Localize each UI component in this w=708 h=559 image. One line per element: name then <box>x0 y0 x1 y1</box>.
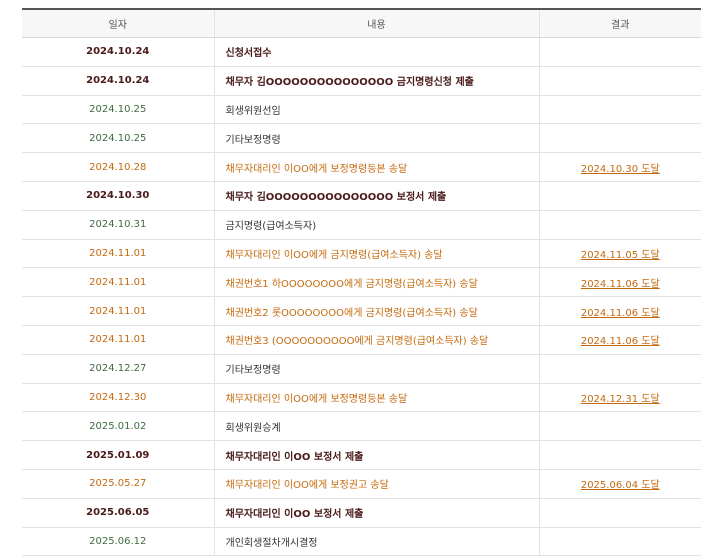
row-date: 2024.10.28 <box>22 152 214 182</box>
row-result-cell <box>538 66 701 96</box>
row-date: 2024.12.30 <box>22 383 214 413</box>
row-content: 채무자 김OOOOOOOOOOOOOOO 보정서 제출 <box>213 181 539 211</box>
row-content: 기타보정명령 <box>213 123 539 154</box>
table-row: 2024.10.25 기타보정명령 <box>22 123 701 154</box>
row-result-cell: 2024.12.31 도달 <box>538 383 701 413</box>
case-progress-table: 일자 내용 결과 2024.10.24 신청서접수 2024.10.24 채무자 김O… <box>22 8 701 557</box>
table-row: 2024.11.01 채무자대리인 이OO에게 금지명령(급여소득자) 송달 202… <box>22 239 701 269</box>
row-date: 2025.06.12 <box>22 527 214 557</box>
row-content: 회생위원선임 <box>213 95 539 125</box>
header-content: 내용 <box>213 8 539 38</box>
row-result-cell <box>538 354 701 384</box>
table-body: 2024.10.24 신청서접수 2024.10.24 채무자 김OOOOOOOOOO… <box>22 37 701 557</box>
row-date: 2025.01.09 <box>22 440 214 470</box>
table-row: 2024.10.30 채무자 김OOOOOOOOOOOOOOO 보정서 제출 <box>22 181 701 211</box>
row-content: 채권번호1 하OOOOOOOO에게 금지명령(급여소득자) 송달 <box>213 267 539 298</box>
row-result-cell <box>538 37 701 67</box>
table-row: 2024.10.24 신청서접수 <box>22 37 701 67</box>
row-date: 2024.11.01 <box>22 239 214 269</box>
row-content: 신청서접수 <box>213 37 539 67</box>
delivery-result-link[interactable]: 2024.11.06 도달 <box>581 279 660 290</box>
table-row: 2024.12.27 기타보정명령 <box>22 354 701 384</box>
row-result-cell: 2024.11.06 도달 <box>538 325 701 355</box>
table-row: 2025.01.02 회생위원승계 <box>22 411 701 442</box>
row-content: 채무자대리인 이OO 보정서 제출 <box>213 440 539 470</box>
row-date: 2024.12.27 <box>22 354 214 384</box>
row-content: 채무자대리인 이OO에게 보정명령등본 송달 <box>213 383 539 413</box>
row-result-cell <box>538 411 701 442</box>
row-content: 채권번호3 (OOOOOOOOOO에게 금지명령(급여소득자) 송달 <box>213 325 539 355</box>
row-result-cell <box>538 527 701 557</box>
row-date: 2024.10.25 <box>22 123 214 154</box>
row-date: 2025.01.02 <box>22 411 214 442</box>
row-result-cell: 2025.06.04 도달 <box>538 469 701 499</box>
row-date: 2024.10.24 <box>22 66 214 96</box>
row-result-cell: 2024.11.06 도달 <box>538 296 701 326</box>
table-row: 2025.06.05 채무자대리인 이OO 보정서 제출 <box>22 498 701 528</box>
header-row: 일자 내용 결과 <box>22 8 701 38</box>
header-result: 결과 <box>538 8 701 38</box>
row-result-cell: 2024.11.06 도달 <box>538 267 701 298</box>
row-date: 2024.11.01 <box>22 325 214 355</box>
table-row: 2024.10.24 채무자 김OOOOOOOOOOOOOOO 금지명령신청 제출 <box>22 66 701 96</box>
table-row: 2024.10.25 회생위원선임 <box>22 95 701 125</box>
row-date: 2024.10.24 <box>22 37 214 67</box>
table-row: 2024.10.31 금지명령(급여소득자) <box>22 210 701 240</box>
delivery-result-link[interactable]: 2024.10.30 도달 <box>581 164 660 175</box>
delivery-result-link[interactable]: 2025.06.04 도달 <box>581 480 660 491</box>
row-result-cell: 2024.11.05 도달 <box>538 239 701 269</box>
row-content: 채무자대리인 이OO에게 보정권고 송달 <box>213 469 539 499</box>
row-content: 금지명령(급여소득자) <box>213 210 539 240</box>
row-date: 2025.05.27 <box>22 469 214 499</box>
row-result-cell <box>538 123 701 154</box>
case-progress-panel: 일자 내용 결과 2024.10.24 신청서접수 2024.10.24 채무자 김O… <box>22 8 701 557</box>
row-content: 개인회생절차개시결정 <box>213 527 539 557</box>
row-content: 채권번호2 롯OOOOOOOO에게 금지명령(급여소득자) 송달 <box>213 296 539 326</box>
row-content: 회생위원승계 <box>213 411 539 442</box>
row-content: 채무자대리인 이OO에게 금지명령(급여소득자) 송달 <box>213 239 539 269</box>
table-row: 2025.06.12 개인회생절차개시결정 <box>22 527 701 557</box>
header-date: 일자 <box>22 8 214 38</box>
table-row: 2025.05.27 채무자대리인 이OO에게 보정권고 송달 2025.06.04… <box>22 469 701 499</box>
table-row: 2025.01.09 채무자대리인 이OO 보정서 제출 <box>22 440 701 470</box>
row-date: 2024.10.30 <box>22 181 214 211</box>
delivery-result-link[interactable]: 2024.12.31 도달 <box>581 394 660 405</box>
row-content: 채무자 김OOOOOOOOOOOOOOO 금지명령신청 제출 <box>213 66 539 96</box>
row-result-cell: 2024.10.30 도달 <box>538 152 701 182</box>
row-date: 2024.11.01 <box>22 296 214 326</box>
row-date: 2024.10.25 <box>22 95 214 125</box>
row-result-cell <box>538 95 701 125</box>
row-result-cell <box>538 498 701 528</box>
row-result-cell <box>538 440 701 470</box>
delivery-result-link[interactable]: 2024.11.06 도달 <box>581 336 660 347</box>
row-content: 채무자대리인 이OO에게 보정명령등본 송달 <box>213 152 539 182</box>
row-date: 2025.06.05 <box>22 498 214 528</box>
row-date: 2024.11.01 <box>22 267 214 298</box>
row-result-cell <box>538 181 701 211</box>
table-row: 2024.12.30 채무자대리인 이OO에게 보정명령등본 송달 2024.12.… <box>22 383 701 413</box>
table-row: 2024.10.28 채무자대리인 이OO에게 보정명령등본 송달 2024.10.… <box>22 152 701 182</box>
row-content: 기타보정명령 <box>213 354 539 384</box>
table-row: 2024.11.01 채권번호2 롯OOOOOOOO에게 금지명령(급여소득자) … <box>22 296 701 326</box>
delivery-result-link[interactable]: 2024.11.06 도달 <box>581 308 660 319</box>
row-result-cell <box>538 210 701 240</box>
table-row: 2024.11.01 채권번호3 (OOOOOOOOOO에게 금지명령(급여소득자… <box>22 325 701 355</box>
table-row: 2024.11.01 채권번호1 하OOOOOOOO에게 금지명령(급여소득자) … <box>22 267 701 298</box>
delivery-result-link[interactable]: 2024.11.05 도달 <box>581 250 660 261</box>
row-date: 2024.10.31 <box>22 210 214 240</box>
table-header: 일자 내용 결과 <box>22 8 701 38</box>
row-content: 채무자대리인 이OO 보정서 제출 <box>213 498 539 528</box>
